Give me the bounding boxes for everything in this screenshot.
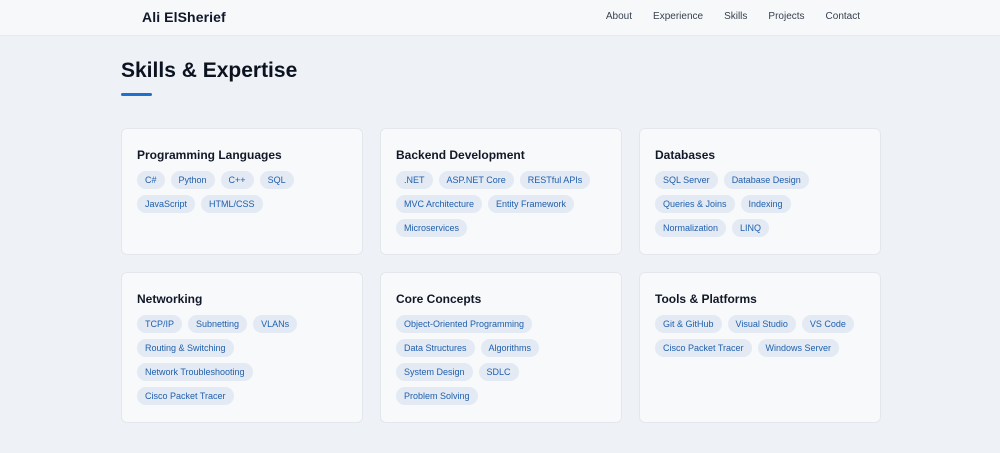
skill-tag: HTML/CSS	[201, 195, 263, 213]
skill-tag: Queries & Joins	[655, 195, 735, 213]
skill-card-title: Backend Development	[396, 148, 525, 162]
skill-card: Tools & Platforms Git & GitHub Visual Stud…	[639, 272, 881, 423]
skill-tag: RESTful APIs	[519, 171, 591, 189]
main-nav: About Experience Skills Projects Contact	[606, 11, 860, 22]
skill-card-title: Databases	[655, 148, 716, 162]
skill-tag: Database Design	[723, 171, 809, 189]
skill-card: Programming Languages C# Python C++ SQL JavaS…	[121, 128, 363, 255]
skill-tag: SDLC	[478, 363, 519, 381]
skill-tag: Network Troubleshooting	[137, 363, 253, 381]
skill-tag: C#	[137, 171, 165, 189]
skill-tag: SQL	[259, 171, 294, 189]
skill-tag: Entity Framework	[488, 195, 575, 213]
skill-card: Core Concepts Object-Oriented Programming…	[380, 272, 622, 423]
skill-tag: Visual Studio	[727, 315, 796, 333]
skill-tag: Subnetting	[188, 315, 248, 333]
skill-tag: Windows Server	[757, 339, 840, 357]
skill-tag: .NET	[396, 171, 433, 189]
skill-tag: Object-Oriented Programming	[396, 315, 533, 333]
skill-tag-list: .NET ASP.NET Core RESTful APIs MVC Architec…	[396, 171, 606, 237]
skill-tag: C++	[220, 171, 254, 189]
skill-tag: System Design	[396, 363, 473, 381]
skill-tag: Routing & Switching	[137, 339, 234, 357]
brand-name[interactable]: Ali ElSherief	[142, 9, 226, 25]
skill-card-title: Programming Languages	[137, 148, 282, 162]
skill-tag-list: SQL Server Database Design Queries & Joins…	[655, 171, 865, 237]
skill-tag: Git & GitHub	[655, 315, 722, 333]
nav-link-skills[interactable]: Skills	[724, 11, 747, 22]
skill-tag: Normalization	[655, 219, 727, 237]
skill-tag: Python	[170, 171, 215, 189]
skill-tag-list: TCP/IP Subnetting VLANs Routing & Switching…	[137, 315, 347, 405]
skill-tag: LINQ	[732, 219, 770, 237]
skills-grid: Programming Languages C# Python C++ SQL JavaS…	[121, 128, 881, 423]
nav-link-projects[interactable]: Projects	[768, 11, 804, 22]
nav-link-contact[interactable]: Contact	[826, 11, 860, 22]
skill-card-title: Core Concepts	[396, 292, 482, 306]
skill-tag: ASP.NET Core	[438, 171, 514, 189]
section-title: Skills & Expertise	[121, 59, 298, 82]
skill-tag: VS Code	[801, 315, 854, 333]
skill-tag: JavaScript	[137, 195, 196, 213]
skill-tag: Problem Solving	[396, 387, 478, 405]
skill-tag-list: Object-Oriented Programming Data Structur…	[396, 315, 606, 405]
top-navigation-bar: Ali ElSherief About Experience Skills Pr…	[0, 0, 1000, 36]
skill-tag: Microservices	[396, 219, 468, 237]
skill-tag: TCP/IP	[137, 315, 183, 333]
skill-tag-list: Git & GitHub Visual Studio VS Code Cisco Pa…	[655, 315, 865, 357]
skill-card-title: Networking	[137, 292, 203, 306]
nav-link-experience[interactable]: Experience	[653, 11, 703, 22]
skill-tag: Cisco Packet Tracer	[137, 387, 234, 405]
skill-tag: VLANs	[253, 315, 298, 333]
skill-card: Networking TCP/IP Subnetting VLANs Routing &…	[121, 272, 363, 423]
nav-link-about[interactable]: About	[606, 11, 632, 22]
skill-tag: Cisco Packet Tracer	[655, 339, 752, 357]
skill-card-title: Tools & Platforms	[655, 292, 757, 306]
skill-tag: Algorithms	[480, 339, 540, 357]
skill-tag-list: C# Python C++ SQL JavaScript HTML/CSS	[137, 171, 347, 213]
title-underline	[121, 93, 152, 96]
skill-tag: Indexing	[740, 195, 791, 213]
skill-tag: SQL Server	[655, 171, 718, 189]
skill-card: Databases SQL Server Database Design Querie…	[639, 128, 881, 255]
skill-card: Backend Development .NET ASP.NET Core RESTf…	[380, 128, 622, 255]
skill-tag: MVC Architecture	[396, 195, 483, 213]
skill-tag: Data Structures	[396, 339, 475, 357]
